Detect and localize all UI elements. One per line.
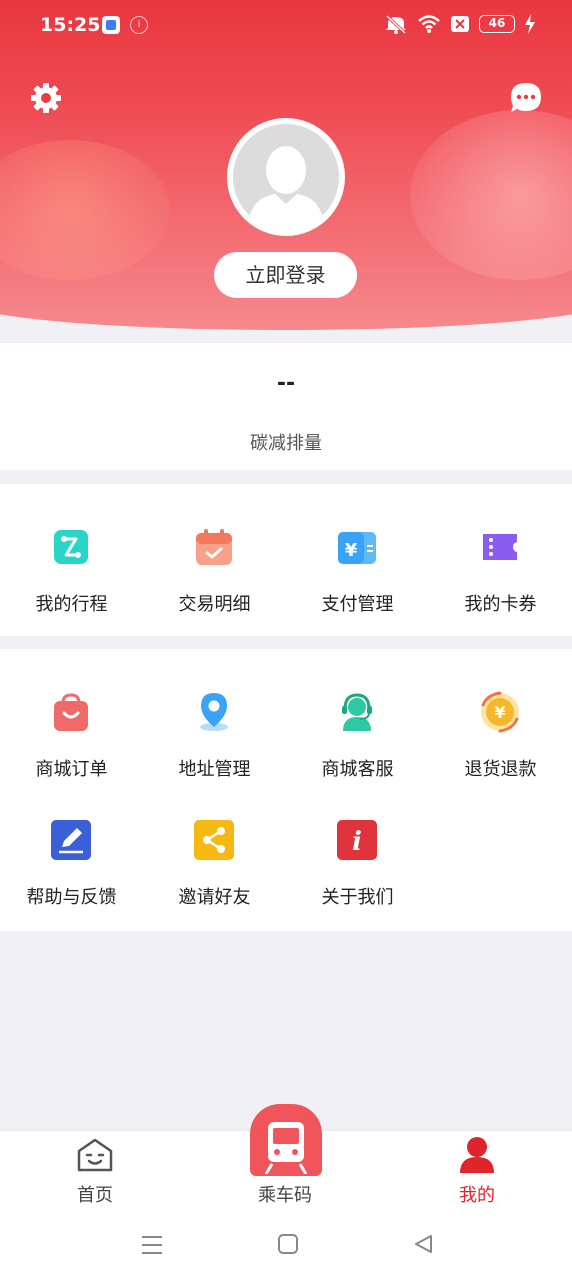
refund-icon: ¥ [481, 691, 519, 733]
tab-label: 我的 [459, 1185, 495, 1206]
service-mall-orders[interactable]: 商城订单 [0, 649, 143, 789]
location-pin-icon [200, 693, 228, 731]
service-invite-friends[interactable]: 邀请好友 [143, 789, 286, 931]
service-my-trips[interactable]: 我的行程 [0, 484, 143, 636]
battery-indicator: 46 [479, 15, 515, 33]
service-transactions[interactable]: 交易明细 [143, 484, 286, 636]
ticket-icon [483, 534, 517, 560]
login-button[interactable]: 立即登录 [214, 252, 357, 298]
no-sim-icon [451, 16, 469, 32]
status-bar: 15:25 i 46 [0, 0, 572, 52]
service-coupons[interactable]: 我的卡券 [429, 484, 572, 636]
settings-button[interactable] [28, 80, 64, 116]
train-icon [264, 1122, 308, 1174]
service-label: 商城订单 [35, 759, 108, 780]
info-notification-icon: i [130, 16, 148, 34]
tab-label: 乘车码 [258, 1185, 312, 1206]
charging-icon [525, 14, 535, 34]
shopping-bag-icon [54, 693, 88, 731]
service-help-feedback[interactable]: 帮助与反馈 [0, 789, 143, 931]
service-payment[interactable]: ¥ 支付管理 [286, 484, 429, 636]
carbon-reduction-card[interactable]: -- 碳减排量 [0, 343, 572, 470]
service-label: 商城客服 [321, 759, 394, 780]
tab-label: 首页 [77, 1185, 113, 1206]
service-label: 邀请好友 [178, 887, 251, 908]
service-label: 我的行程 [35, 594, 108, 615]
service-label: 支付管理 [321, 594, 394, 615]
service-label: 地址管理 [178, 759, 251, 780]
service-address[interactable]: 地址管理 [143, 649, 286, 789]
home-square-icon[interactable] [277, 1233, 299, 1255]
ride-code-button[interactable] [250, 1104, 322, 1176]
service-about-us[interactable]: i 关于我们 [286, 789, 429, 931]
home-face-icon [77, 1138, 113, 1172]
carbon-value: -- [276, 371, 296, 396]
edit-feedback-icon [51, 820, 91, 860]
service-refund[interactable]: ¥ 退货退款 [429, 649, 572, 789]
user-icon [460, 1137, 494, 1173]
primary-services-grid: 我的行程 交易明细 ¥ 支付管理 我的卡券 [0, 484, 572, 636]
app-notification-icon [102, 16, 120, 34]
svg-text:¥: ¥ [494, 703, 505, 722]
svg-text:¥: ¥ [345, 540, 358, 561]
svg-text:i: i [352, 827, 362, 857]
calendar-check-icon [196, 529, 232, 565]
service-label: 关于我们 [321, 887, 394, 908]
service-label: 我的卡券 [464, 594, 537, 615]
back-triangle-icon[interactable] [412, 1233, 434, 1255]
wifi-icon [418, 15, 440, 33]
carbon-label: 碳减排量 [250, 433, 322, 454]
profile-header: 15:25 i 46 立即登录 [0, 0, 572, 335]
avatar[interactable] [227, 118, 345, 236]
share-icon [194, 820, 234, 860]
mute-icon [385, 14, 407, 34]
service-label: 交易明细 [178, 594, 251, 615]
service-label: 退货退款 [464, 759, 537, 780]
info-icon: i [337, 820, 377, 860]
trip-icon [54, 530, 88, 564]
more-services-grid: 商城订单 地址管理 商城客服 ¥ 退货退款 帮助与反馈 邀请好友 i 关于我们 [0, 649, 572, 931]
status-time: 15:25 [40, 14, 101, 36]
tab-mine[interactable]: 我的 [382, 1131, 572, 1221]
menu-icon[interactable] [140, 1234, 164, 1256]
gear-icon [31, 83, 61, 113]
messages-button[interactable] [508, 80, 544, 116]
system-navigation-bar [0, 1220, 572, 1280]
chat-bubble-icon [511, 83, 541, 112]
status-icons: 46 [384, 14, 536, 34]
yuan-card-icon: ¥ [338, 532, 376, 564]
tab-home[interactable]: 首页 [0, 1131, 190, 1221]
customer-service-icon [342, 693, 372, 731]
service-label: 帮助与反馈 [26, 887, 117, 908]
service-mall-support[interactable]: 商城客服 [286, 649, 429, 789]
default-avatar-icon [233, 124, 339, 230]
